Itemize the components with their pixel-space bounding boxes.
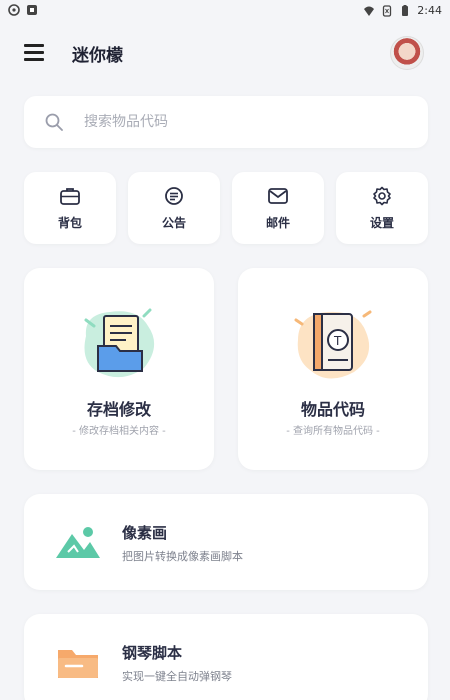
quick-action-notice[interactable]: 公告 <box>128 172 220 244</box>
item-code-card[interactable]: T 物品代码 - 查询所有物品代码 - <box>238 268 428 470</box>
search-input[interactable] <box>84 106 404 138</box>
wifi-icon <box>363 5 375 17</box>
search-bar[interactable] <box>24 96 428 148</box>
quick-action-mail[interactable]: 邮件 <box>232 172 324 244</box>
card-subtitle: - 修改存档相关内容 - <box>72 426 166 437</box>
quick-action-label: 背包 <box>57 216 82 230</box>
app-title: 迷你檬 <box>72 46 123 66</box>
chat-notification-icon <box>8 4 20 16</box>
archive-folder-icon <box>84 308 155 378</box>
card-title: 存档修改 <box>86 400 151 419</box>
quick-action-label: 公告 <box>161 216 186 230</box>
item-code-book-icon: T <box>294 310 372 379</box>
piano-script-card[interactable]: 钢琴脚本 实现一键全自动弹钢琴 <box>24 614 428 700</box>
menu-icon[interactable] <box>24 44 44 61</box>
folder-icon <box>58 650 98 678</box>
quick-action-backpack[interactable]: 背包 <box>24 172 116 244</box>
status-time: 2:44 <box>417 4 442 17</box>
card-title: 像素画 <box>122 524 168 542</box>
card-subtitle: - 查询所有物品代码 - <box>286 426 380 437</box>
quick-action-settings[interactable]: 设置 <box>336 172 428 244</box>
card-subtitle: 实现一键全自动弹钢琴 <box>122 670 232 683</box>
quick-action-label: 设置 <box>369 216 394 230</box>
avatar[interactable] <box>390 36 424 70</box>
card-subtitle: 把图片转换成像素画脚本 <box>122 550 243 563</box>
status-bar: 2:44 <box>0 0 450 22</box>
search-icon <box>45 113 63 131</box>
quick-action-label: 邮件 <box>265 216 290 230</box>
mountain-image-icon <box>56 527 100 558</box>
app-bar: 迷你檬 <box>0 28 450 78</box>
save-edit-card[interactable]: 存档修改 - 修改存档相关内容 - <box>24 268 214 470</box>
briefcase-icon <box>60 188 80 205</box>
sim-icon <box>381 4 393 17</box>
app-notification-icon <box>26 4 38 16</box>
battery-icon <box>399 4 411 17</box>
gear-icon <box>373 186 391 206</box>
mail-icon <box>268 188 288 204</box>
svg-text:T: T <box>333 334 342 348</box>
pixel-art-card[interactable]: 像素画 把图片转换成像素画脚本 <box>24 494 428 590</box>
notice-icon <box>165 187 183 205</box>
card-title: 钢琴脚本 <box>122 644 183 662</box>
card-title: 物品代码 <box>300 400 365 419</box>
